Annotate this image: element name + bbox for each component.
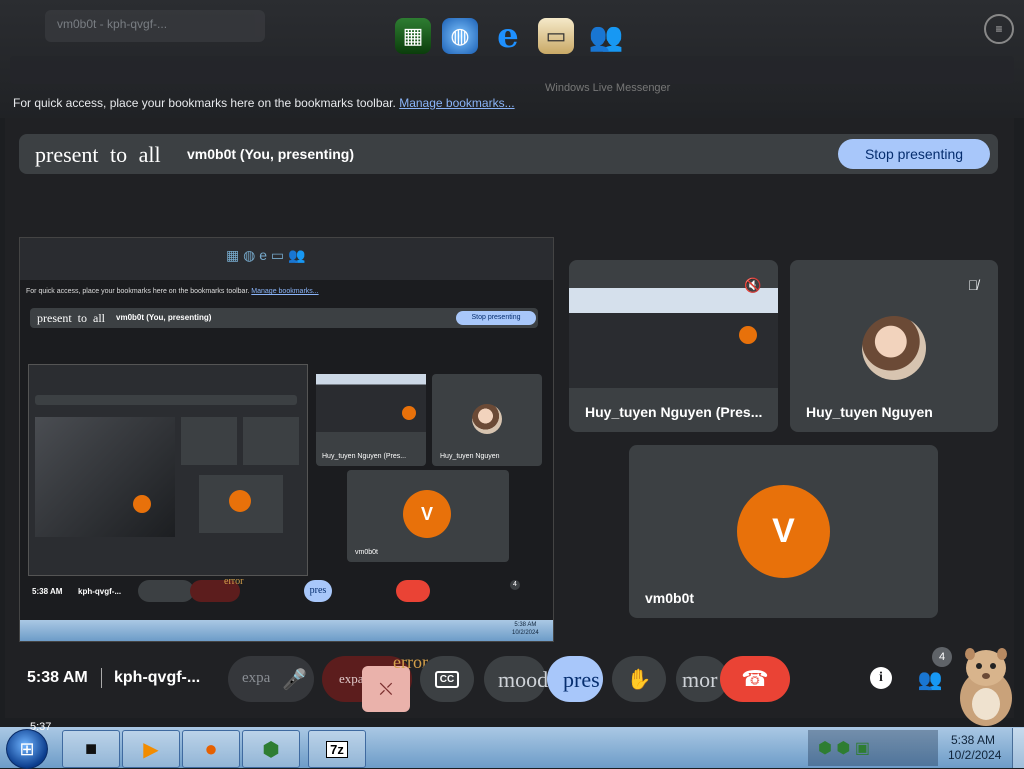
menu-icon[interactable]: ≡: [984, 14, 1014, 44]
mini-present-title: present to all: [37, 311, 105, 325]
globe-icon[interactable]: ◍: [442, 18, 478, 54]
participant-name: vm0b0t: [645, 590, 695, 606]
meeting-clock: 5:38 AM: [27, 669, 88, 686]
tray-clock[interactable]: 5:38 AM 10/2/2024: [948, 733, 1002, 763]
divider: [101, 668, 102, 688]
system-tray[interactable]: ⬢ ⬢ ▣: [808, 730, 938, 766]
reactions-button[interactable]: mood: [484, 656, 549, 702]
windows-logo-icon: ⊞: [19, 738, 35, 759]
presentation-title: present to all: [35, 142, 161, 167]
presenter-label: vm0b0t (You, presenting): [187, 146, 354, 162]
present-button[interactable]: pres: [547, 656, 603, 702]
raise-hand-button[interactable]: ✋: [612, 656, 666, 702]
self-avatar: V: [737, 485, 830, 578]
terminal-icon: ■: [84, 737, 98, 760]
mini-mic: [138, 580, 194, 602]
mini-nested-screen: [28, 364, 308, 576]
microphone-icon: 🎤: [282, 669, 307, 691]
phone-hangup-icon: ☎: [741, 666, 769, 691]
app-cube-icon[interactable]: ▦: [395, 18, 431, 54]
mini-dock-icons: ▦ ◍ e ▭ 👥: [226, 247, 306, 263]
tray-network-icon: ⬢ ⬢ ▣: [818, 740, 870, 757]
mini-tray-date: 10/2/2024: [512, 630, 539, 636]
mini-avatar: V: [403, 490, 451, 538]
people-icon: 👥: [917, 668, 943, 691]
self-tile[interactable]: V vm0b0t: [629, 445, 938, 618]
people-count-badge: 4: [932, 647, 952, 667]
mini-error-text: error: [224, 576, 244, 587]
internet-explorer-icon[interactable]: e: [490, 16, 526, 56]
mini-end-call: [396, 580, 430, 602]
taskbar-app-media[interactable]: ▶: [122, 730, 180, 768]
bookmarks-bar: For quick access, place your bookmarks h…: [13, 96, 515, 110]
participant-tile[interactable]: 🎙̸ Huy_tuyen Nguyen: [790, 260, 998, 432]
taskbar-app-terminal[interactable]: ■: [62, 730, 120, 768]
mini-tile-2: Huy_tuyen Nguyen: [432, 374, 542, 466]
7zip-icon: 7z: [326, 740, 348, 758]
hand-icon: ✋: [626, 668, 652, 691]
participant-avatar: [862, 316, 926, 380]
end-call-button[interactable]: ☎: [720, 656, 790, 702]
people-button[interactable]: 👥: [916, 666, 944, 692]
participant-name: Huy_tuyen Nguyen: [806, 404, 933, 420]
mini-taskbar: [20, 620, 553, 641]
participant-tile-presenting[interactable]: 🔇 Huy_tuyen Nguyen (Pres...: [569, 260, 778, 432]
tab-title: vm0b0t - kph-qvgf-...: [57, 17, 168, 31]
microphone-button[interactable]: expa 🎤: [228, 656, 314, 702]
ghost-text: mood: [498, 667, 549, 692]
tray-time: 5:38 AM: [950, 733, 996, 747]
browser-toolbar: [10, 56, 1014, 84]
mini-tray-clock: 5:38 AM 10/2/2024: [512, 621, 539, 637]
mini-tile-3-name: vm0b0t: [355, 549, 378, 556]
mini-tile-1: Huy_tuyen Nguyen (Pres...: [316, 374, 426, 466]
browser-tab[interactable]: vm0b0t - kph-qvgf-...: [45, 10, 265, 42]
meeting-info-button[interactable]: i: [870, 667, 892, 689]
thumbnail-avatar: [739, 326, 757, 344]
mini-tile-2-name: Huy_tuyen Nguyen: [440, 453, 500, 460]
ghost-text: pres: [563, 667, 600, 692]
taskbar-app-7zip[interactable]: 7z: [308, 730, 366, 768]
stop-presenting-button[interactable]: Stop presenting: [838, 139, 990, 169]
mini-badge: 4: [510, 580, 520, 590]
network-icon: ⬢: [262, 738, 280, 761]
mini-code: kph-qvgf-...: [78, 587, 122, 596]
taskbar-app-network[interactable]: ⬢: [242, 730, 300, 768]
mini-presenter: vm0b0t (You, presenting): [116, 313, 212, 322]
taskbar-app-firefox[interactable]: ●: [182, 730, 240, 768]
start-button[interactable]: ⊞: [6, 729, 48, 769]
hamster-sticker: [960, 648, 1012, 726]
mini-present-button: pres: [304, 580, 332, 602]
mini-tile-1-name: Huy_tuyen Nguyen (Pres...: [322, 453, 407, 460]
mini-clock: 5:38 AM: [32, 587, 63, 596]
manage-bookmarks-link[interactable]: Manage bookmarks...: [399, 96, 514, 110]
messenger-icon[interactable]: 👥: [588, 18, 624, 54]
mic-off-icon: 🔇: [744, 276, 762, 293]
shared-screen: ▦ ◍ e ▭ 👥 For quick access, place your b…: [19, 237, 554, 642]
ghost-text: mor: [682, 667, 718, 692]
show-desktop-button[interactable]: [1012, 728, 1024, 768]
participant-name: Huy_tuyen Nguyen (Pres...: [585, 404, 763, 420]
mini-tray-time: 5:38 AM: [514, 622, 537, 628]
mic-off-icon: 🎙̸: [967, 277, 979, 293]
mini-bookmarks-link: Manage bookmarks...: [251, 288, 319, 295]
captions-icon: CC: [434, 670, 460, 688]
dock-caption: Windows Live Messenger: [545, 82, 671, 94]
mini-bookmarks-text: For quick access, place your bookmarks h…: [26, 288, 250, 295]
tray-date: 10/2/2024: [948, 748, 1002, 762]
mini-bookmarks: For quick access, place your bookmarks h…: [26, 288, 319, 295]
photo-gallery-icon[interactable]: ▭: [538, 18, 574, 54]
bookmarks-hint: For quick access, place your bookmarks h…: [13, 96, 396, 110]
firefox-icon: ●: [204, 736, 218, 761]
ghost-text: expa: [242, 670, 271, 686]
media-player-icon: ▶: [143, 738, 159, 761]
captions-button[interactable]: CC: [420, 656, 474, 702]
mini-tile-3: V vm0b0t: [347, 470, 509, 562]
meeting-code: kph-qvgf-...: [114, 669, 201, 686]
mini-stop-button: Stop presenting: [456, 311, 536, 325]
